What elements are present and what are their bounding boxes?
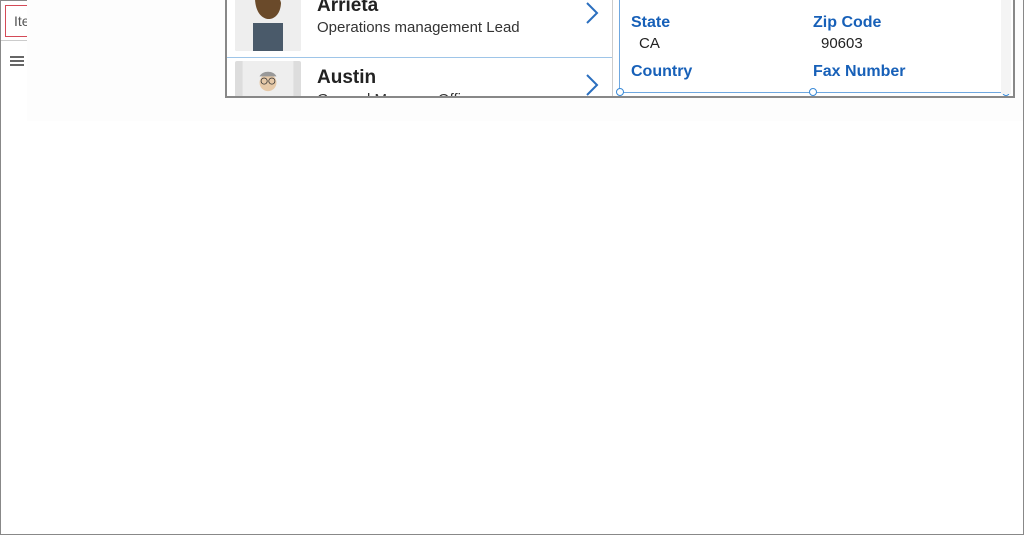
chevron-right-icon [582, 0, 602, 32]
field-label: Country [631, 63, 803, 81]
detail-form[interactable]: Last NameSmith First NameJames Job Title… [613, 0, 1013, 96]
avatar [235, 61, 301, 97]
field-label: Fax Number [813, 63, 985, 81]
chevron-right-icon [582, 71, 602, 96]
avatar [235, 0, 301, 51]
field-label: Zip Code [813, 14, 985, 32]
list-name: Austin [317, 67, 582, 89]
list-item[interactable]: Arrieta Operations management Lead [227, 0, 612, 58]
app-canvas[interactable]: Lead Management Details SmithManager Ale… [225, 0, 1015, 98]
list-item[interactable]: Austin General Manager Officer [227, 58, 612, 96]
field-value: CA [631, 32, 803, 55]
lead-list[interactable]: SmithManager Alexander RamanChief Market… [227, 0, 613, 96]
list-subtitle: Operations management Lead [317, 19, 582, 36]
list-name: Arrieta [317, 0, 582, 17]
field-value: 15714 WHITWOOD DRIVE [631, 0, 803, 5]
list-subtitle: General Manager Officer [317, 91, 582, 96]
field-label: State [631, 14, 803, 32]
vertical-scrollbar[interactable] [1001, 0, 1011, 94]
field-value: 90603 [813, 32, 985, 55]
